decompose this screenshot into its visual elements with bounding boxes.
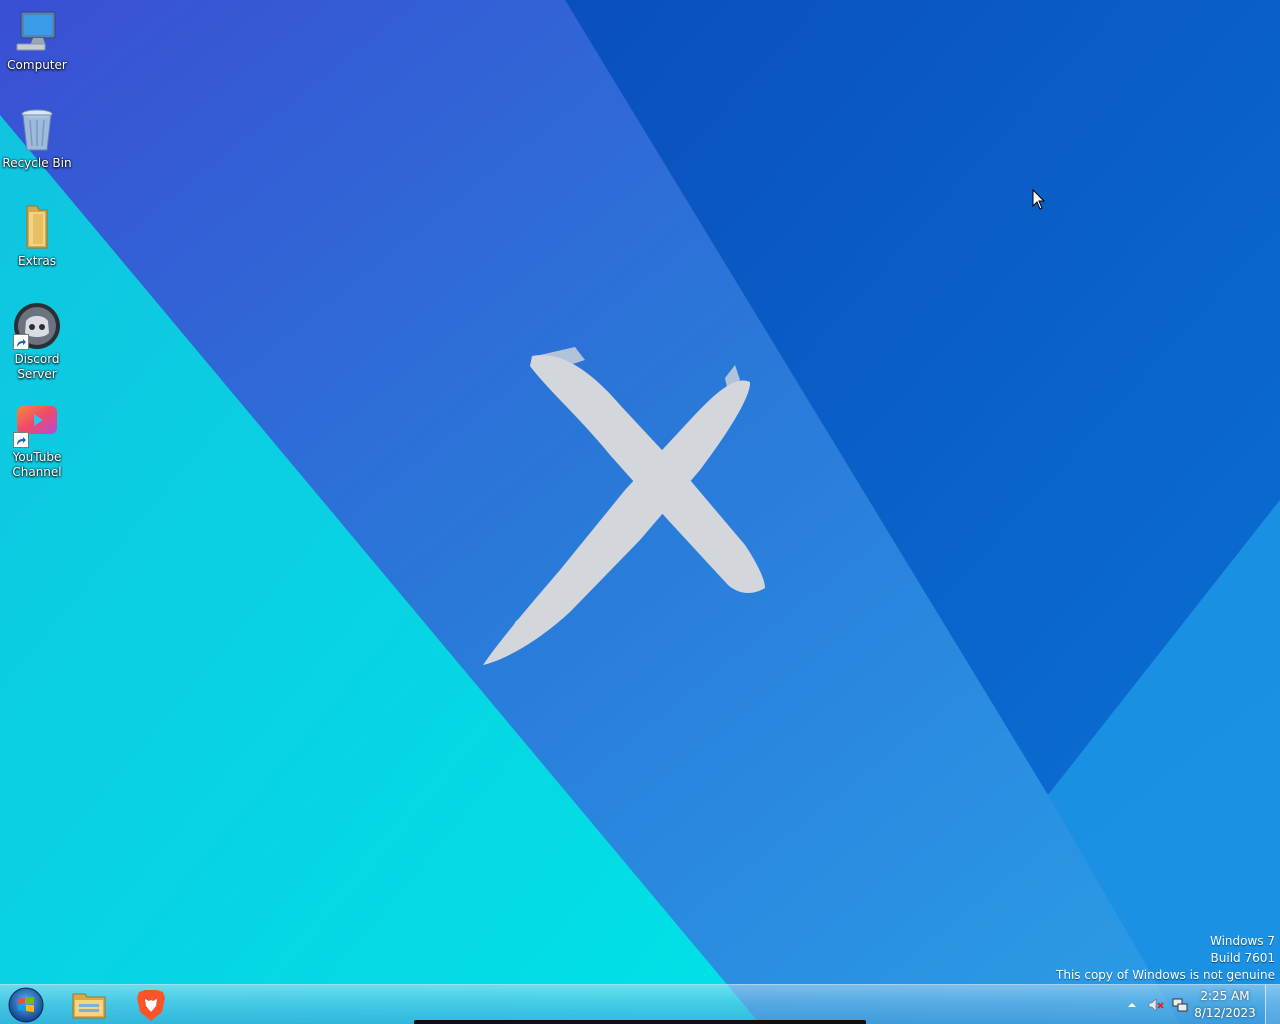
- watermark-genuine-notice: This copy of Windows is not genuine: [1056, 968, 1275, 982]
- volume-muted-icon[interactable]: [1148, 997, 1164, 1013]
- icon-label: Recycle Bin: [2, 156, 72, 170]
- watermark-build: Build 7601: [1210, 951, 1275, 965]
- show-hidden-icons-icon[interactable]: [1124, 997, 1140, 1013]
- desktop-icon-youtube-channel[interactable]: YouTube Channel: [0, 400, 74, 480]
- recycle-bin-icon: [13, 106, 61, 154]
- taskbar-brave-browser[interactable]: [123, 986, 179, 1024]
- brave-lion-icon: [137, 990, 165, 1021]
- discord-icon: [13, 302, 61, 350]
- start-button[interactable]: [6, 987, 46, 1023]
- wallpaper: [0, 0, 1280, 1024]
- system-tray: 2:25 AM 8/12/2023: [1120, 985, 1280, 1024]
- desktop-icon-recycle-bin[interactable]: Recycle Bin: [0, 106, 74, 171]
- shortcut-arrow-icon: [13, 432, 29, 448]
- desktop-icon-computer[interactable]: Computer: [0, 8, 74, 73]
- shortcut-arrow-icon: [13, 334, 29, 350]
- taskbar: 2:25 AM 8/12/2023: [0, 984, 1280, 1024]
- computer-icon: [13, 8, 61, 56]
- desktop-icon-extras[interactable]: Extras: [0, 204, 74, 269]
- taskbar-file-explorer[interactable]: [61, 986, 117, 1024]
- icon-label: Discord Server: [14, 352, 60, 381]
- bottom-edge-bar: [414, 1020, 866, 1024]
- desktop[interactable]: Computer Recycle Bin Extras Discord Serv…: [0, 0, 1280, 1024]
- desktop-icon-discord-server[interactable]: Discord Server: [0, 302, 74, 382]
- network-icon[interactable]: [1172, 997, 1188, 1013]
- youtube-icon: [13, 400, 61, 448]
- taskbar-clock[interactable]: 2:25 AM 8/12/2023: [1194, 988, 1256, 1022]
- show-desktop-button[interactable]: [1265, 985, 1280, 1024]
- clock-time: 2:25 AM: [1200, 989, 1250, 1003]
- windows-watermark: Windows 7 Build 7601 This copy of Window…: [1056, 933, 1275, 984]
- mouse-cursor-icon: [1032, 189, 1046, 210]
- windows-logo-icon: [8, 987, 44, 1023]
- watermark-os: Windows 7: [1209, 934, 1275, 948]
- icon-label: Computer: [7, 58, 67, 72]
- icon-label: Extras: [18, 254, 56, 268]
- icon-label: YouTube Channel: [12, 450, 62, 479]
- folder-icon: [13, 204, 61, 252]
- clock-date: 8/12/2023: [1194, 1006, 1256, 1020]
- folder-icon: [72, 993, 106, 1019]
